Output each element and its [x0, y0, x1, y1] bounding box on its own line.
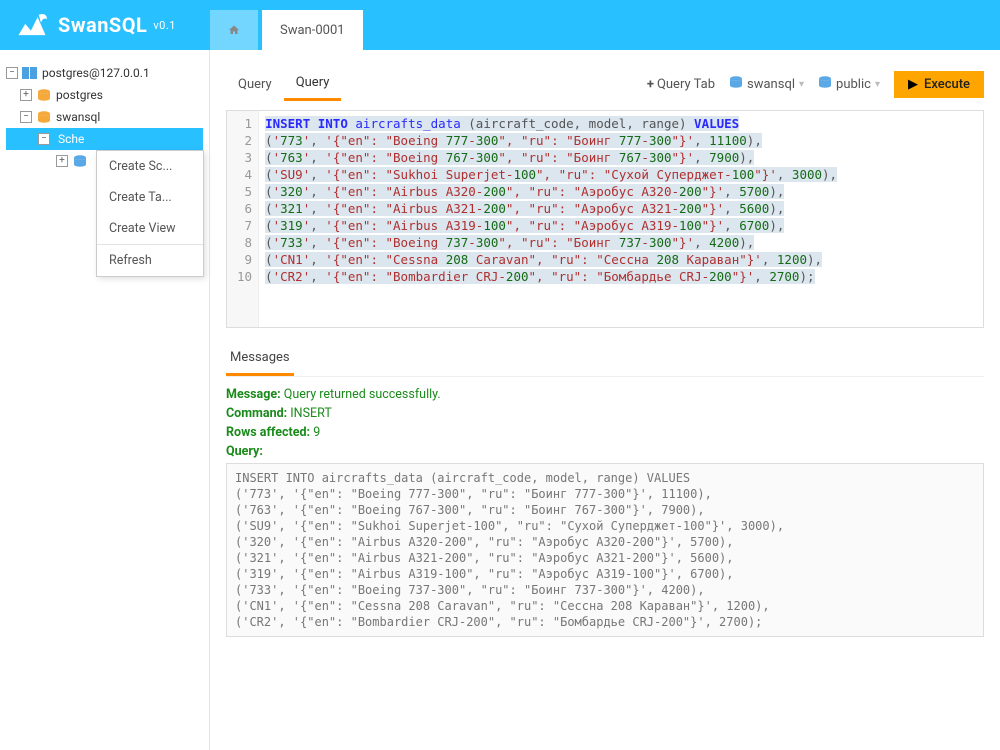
swan-logo-icon: [14, 7, 50, 43]
schema-label: Sche: [54, 132, 106, 146]
expand-icon[interactable]: +: [56, 155, 68, 167]
ctx-refresh[interactable]: Refresh: [97, 244, 203, 276]
query-echo-label: Query:: [226, 444, 984, 459]
database-icon: [818, 76, 832, 92]
message-line: Message: Query returned successfully.: [226, 387, 984, 402]
query-echo-text: INSERT INTO aircrafts_data (aircraft_cod…: [226, 463, 984, 637]
db-label: postgres: [56, 88, 103, 102]
connection-label: postgres@127.0.0.1: [42, 66, 150, 80]
command-line: Command: INSERT: [226, 406, 984, 421]
database-icon: [729, 76, 743, 92]
add-query-tab-button[interactable]: + Query Tab: [647, 77, 715, 92]
chevron-down-icon: ▾: [799, 79, 804, 90]
messages-panel: Message: Query returned successfully. Co…: [226, 376, 984, 637]
ctx-create-schema[interactable]: Create Sc...: [97, 151, 203, 182]
rows-affected-line: Rows affected: 9: [226, 425, 984, 440]
query-tab-1[interactable]: Query: [226, 69, 284, 100]
brand-version: v0.1: [153, 19, 176, 32]
collapse-icon[interactable]: −: [38, 133, 50, 145]
sql-editor[interactable]: 12345678910 INSERT INTO aircrafts_data (…: [226, 110, 984, 328]
tab-label: Swan-0001: [280, 23, 345, 38]
database-selector[interactable]: swansql ▾: [729, 76, 804, 92]
context-menu: Create Sc... Create Ta... Create View Re…: [96, 150, 204, 277]
home-icon: [228, 21, 240, 39]
chevron-down-icon: ▾: [875, 79, 880, 90]
collapse-icon[interactable]: −: [6, 67, 18, 79]
execute-label: Execute: [924, 77, 970, 92]
window-tabs: Swan-0001: [210, 0, 367, 50]
content-area: Query Query + Query Tab swansql ▾ public…: [210, 50, 1000, 750]
tree-db-swansql[interactable]: − swansql: [6, 106, 203, 128]
schema-selector-value: public: [836, 77, 871, 92]
brand-name: SwanSQL: [58, 13, 147, 37]
ctx-create-view[interactable]: Create View: [97, 213, 203, 244]
ctx-create-table[interactable]: Create Ta...: [97, 182, 203, 213]
results-tabbar: Messages: [226, 342, 984, 376]
messages-tab[interactable]: Messages: [226, 342, 294, 376]
tree-db-postgres[interactable]: + postgres: [6, 84, 203, 106]
query-window-tab[interactable]: Swan-0001: [262, 10, 363, 50]
query-tab-2[interactable]: Query: [284, 67, 342, 101]
db-label: swansql: [56, 110, 100, 124]
expand-icon[interactable]: +: [20, 89, 32, 101]
server-icon: [22, 66, 38, 80]
database-icon: [36, 110, 52, 124]
plus-icon: +: [647, 77, 654, 92]
database-icon: [36, 88, 52, 102]
execute-button[interactable]: ▶ Execute: [894, 71, 984, 98]
tree-schema-node[interactable]: − Sche: [6, 128, 203, 150]
database-selector-value: swansql: [747, 77, 795, 92]
code-area[interactable]: INSERT INTO aircrafts_data (aircraft_cod…: [259, 111, 843, 327]
brand-area: SwanSQL v0.1: [0, 7, 210, 43]
schema-selector[interactable]: public ▾: [818, 76, 880, 92]
tree-connection[interactable]: − postgres@127.0.0.1: [6, 62, 203, 84]
home-tab[interactable]: [210, 10, 258, 50]
line-gutter: 12345678910: [227, 111, 259, 327]
schema-icon: [72, 154, 88, 168]
collapse-icon[interactable]: −: [20, 111, 32, 123]
add-query-tab-label: Query Tab: [657, 77, 715, 92]
query-toolbar: Query Query + Query Tab swansql ▾ public…: [226, 66, 984, 102]
play-icon: ▶: [908, 77, 918, 92]
app-header: SwanSQL v0.1 Swan-0001: [0, 0, 1000, 50]
